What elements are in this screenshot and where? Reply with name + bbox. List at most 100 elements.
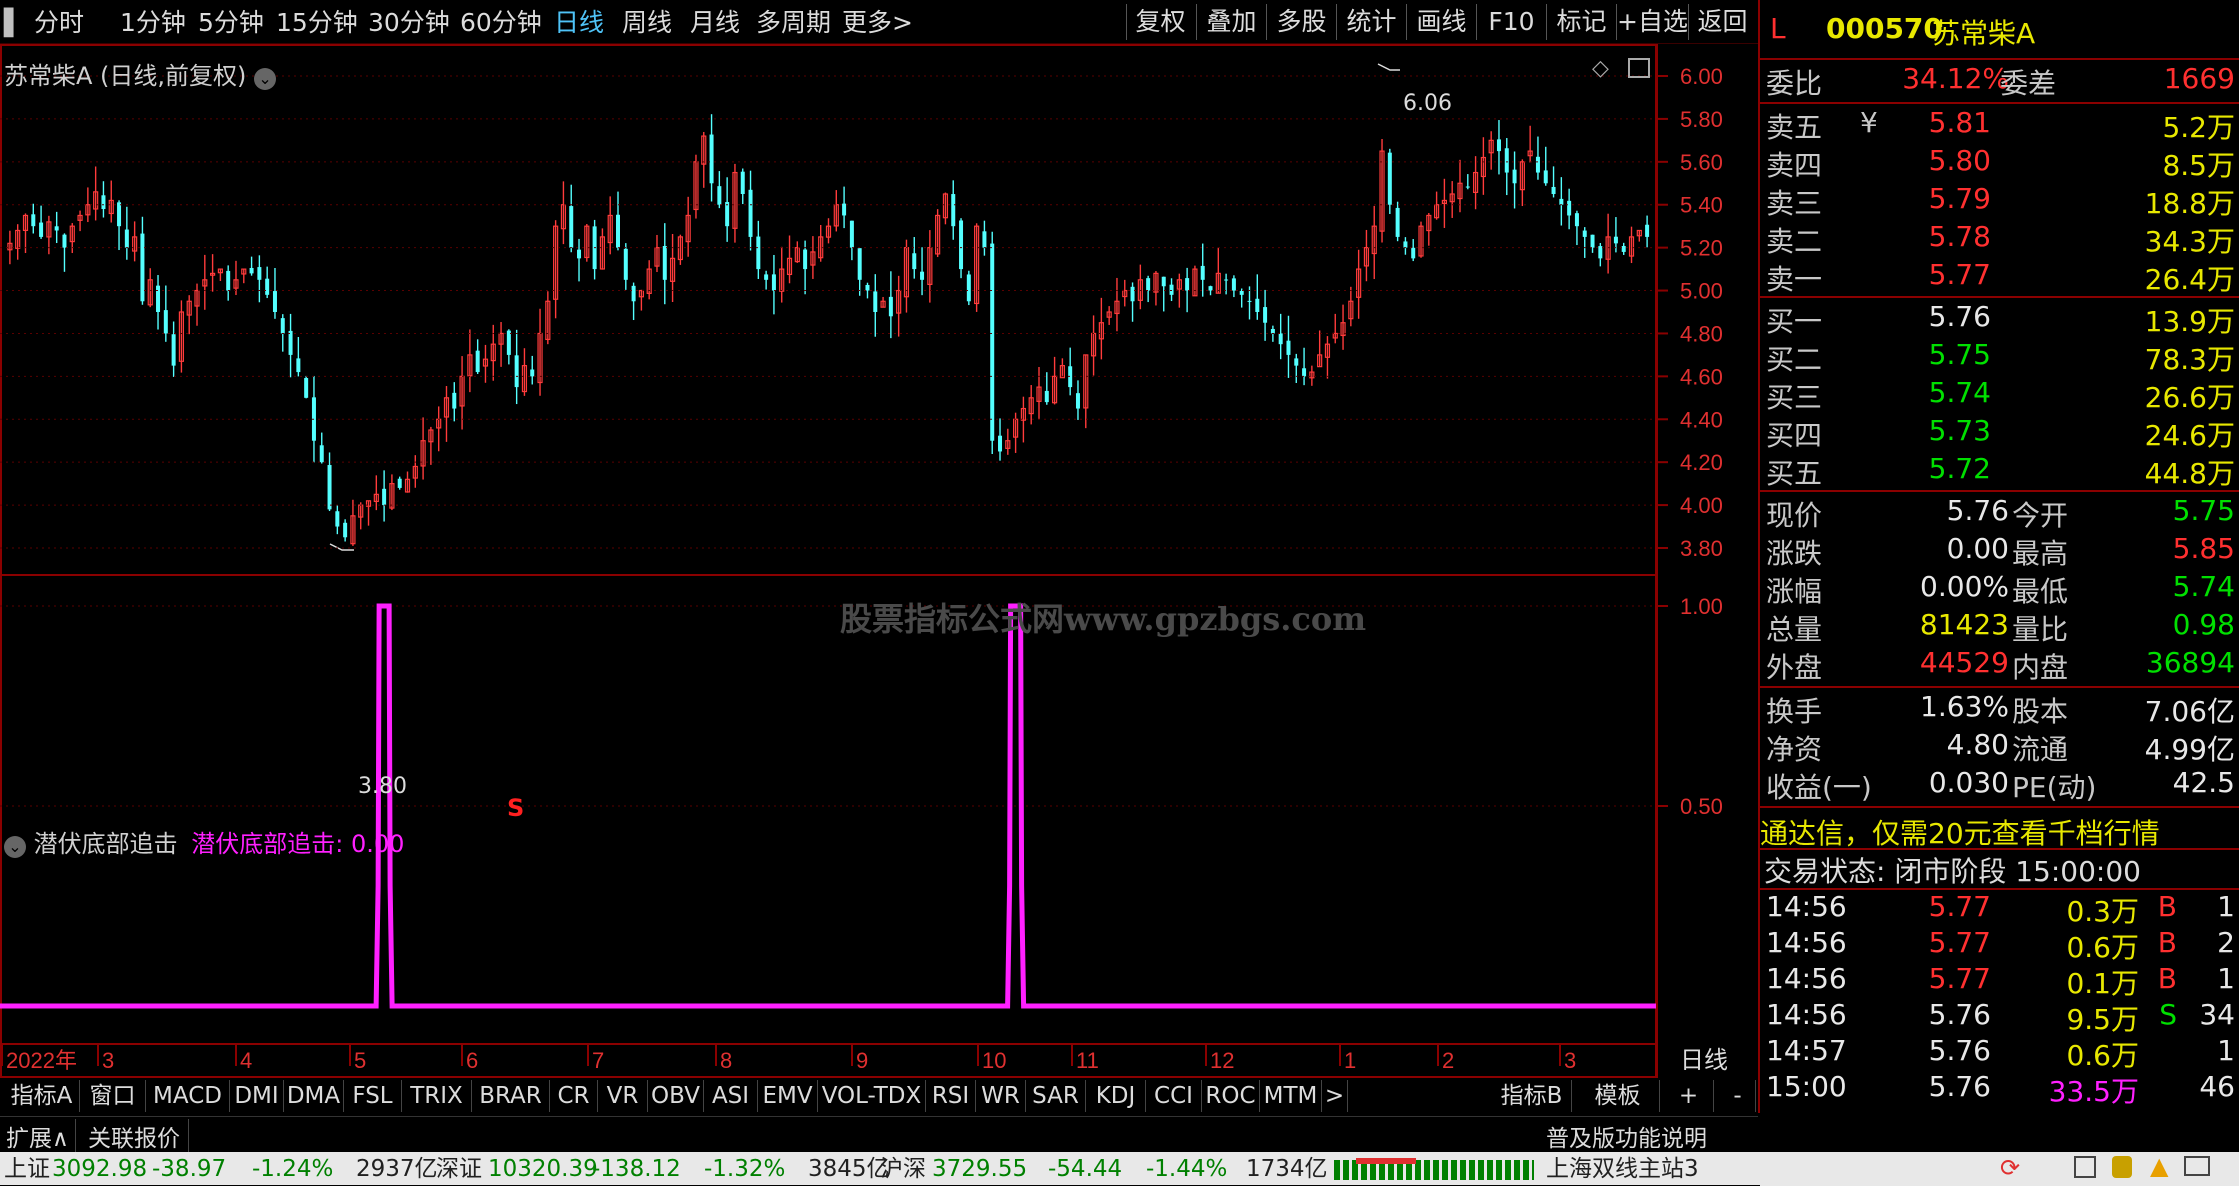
candle-body [1621,246,1626,252]
ask-price: 5.81 [1928,106,1991,139]
indicator-tab-21[interactable]: > [1322,1080,1348,1112]
draw-button[interactable]: 画线 [1406,4,1476,40]
indicator-tab-14[interactable]: RSI [926,1080,976,1112]
tick-side: B [2157,962,2177,995]
indicator-tab-10[interactable]: OBV [648,1080,704,1112]
stat-row: 涨跌 0.00 最高 5.85 [1760,532,2239,570]
tab-period-8[interactable]: 月线 [690,6,740,40]
help-button[interactable]: 普及版功能说明 [1546,1119,1707,1153]
panel-toggle-icon[interactable] [1628,58,1650,78]
tick-time: 14:56 [1766,962,1847,995]
candle-body [849,220,854,248]
calendar-icon[interactable] [2074,1156,2096,1178]
indicator-tab-18[interactable]: CCI [1146,1080,1202,1112]
tab-period-4[interactable]: 30分钟 [368,6,450,40]
indicator-right-tab-3[interactable]: - [1720,1080,1756,1112]
indicator-right-tab-0[interactable]: 指标B [1492,1080,1572,1112]
candle-body [709,134,714,184]
tab-period-9[interactable]: 多周期 [756,6,831,40]
indicator-right-tab-1[interactable]: 模板 [1576,1080,1660,1112]
tab-period-6[interactable]: 日线 [554,6,604,40]
tab-period-1[interactable]: 1分钟 [120,6,186,40]
expand-button[interactable]: 扩展∧ [6,1119,76,1153]
indicator-tab-20[interactable]: MTM [1260,1080,1322,1112]
fund-label: 收益(一) [1766,771,1872,804]
diamond-icon[interactable]: ◇ [1592,56,1609,81]
candle-body [1146,278,1151,291]
indicator-tab-4[interactable]: DMA [284,1080,344,1112]
watermark: 股票指标公式网www.gpzbgs.com [840,600,1366,638]
bid-label: 买五 [1766,457,1823,490]
lock-icon[interactable] [2112,1156,2132,1178]
candle-body [569,206,574,248]
candle-body [873,291,878,312]
candle-body [1075,393,1080,409]
candle-body [748,189,753,237]
promo-banner[interactable]: 通达信，仅需20元查看千档行情 [1760,812,2239,850]
chevron-down-icon[interactable]: ⌄ [254,68,277,90]
indicator-tab-8[interactable]: CR [550,1080,598,1112]
indicator-tab-13[interactable]: VOL-TDX [818,1080,926,1112]
indicator-tab-6[interactable]: TRIX [402,1080,472,1112]
tab-period-3[interactable]: 15分钟 [276,6,358,40]
indicator-tab-19[interactable]: ROC [1202,1080,1260,1112]
kline-chart[interactable]: 6.00 5.80 5.60 5.40 5.20 5.00 4.80 4.60 4.40 4.20… [0,44,1758,1080]
date-tick-4: 6 [466,1048,478,1073]
hs-index-value: 3729.55 [932,1156,1028,1182]
indicator-tab-11[interactable]: ASI [704,1080,758,1112]
indicator-tab-2[interactable]: MACD [146,1080,230,1112]
stats-button[interactable]: 统计 [1336,4,1406,40]
refresh-icon[interactable]: ⟳ [2000,1154,2020,1182]
fuquan-button[interactable]: 复权 [1126,4,1194,40]
candle-body [1161,276,1166,287]
f10-button[interactable]: F10 [1476,4,1546,40]
tab-period-2[interactable]: 5分钟 [198,6,264,40]
collapse-icon[interactable]: ▌ [4,6,23,40]
related-quote-button[interactable]: 关联报价 [88,1119,189,1153]
candle-body [1411,247,1416,259]
tab-period-7[interactable]: 周线 [622,6,672,40]
back-button[interactable]: 返回 [1688,4,1756,40]
tab-period-0[interactable]: 分时 [34,6,84,40]
indicator-tab-17[interactable]: KDJ [1086,1080,1146,1112]
candle-body [990,243,995,441]
stat-label: 涨跌 [1766,537,1823,570]
candle-body [764,274,769,280]
candle-body [1263,307,1268,323]
tick-side: B [2157,926,2177,959]
indicator-tab-0[interactable]: 指标A [4,1080,80,1112]
date-axis: 2022年 3 4 5 6 7 8 9 10 11 12 1 2 3 [1,1044,1576,1073]
ask-price: 5.79 [1928,182,1991,215]
indicator-tab-7[interactable]: BRAR [472,1080,550,1112]
bid-volume: 13.9万 [2144,305,2235,338]
indicator-tab-9[interactable]: VR [598,1080,648,1112]
indicator-tab-1[interactable]: 窗口 [80,1080,146,1112]
multi-stock-button[interactable]: 多股 [1266,4,1336,40]
monitor-icon[interactable] [2184,1156,2210,1176]
tick-count: 34 [2199,998,2235,1031]
indicator-right-tab-2[interactable]: + [1664,1080,1714,1112]
indicator-chevron-icon[interactable]: ⌄ [4,836,26,858]
tab-period-10[interactable]: 更多> [842,6,913,40]
mark-button[interactable]: 标记 [1546,4,1616,40]
indicator-tab-16[interactable]: SAR [1026,1080,1086,1112]
tab-period-5[interactable]: 60分钟 [460,6,542,40]
date-tick-3: 5 [354,1048,366,1073]
stat-label: 最低 [2012,575,2069,608]
price-tick-11: 3.80 [1680,536,1723,561]
tick-row: 15:00 5.76 33.5万 46 [1760,1070,2239,1108]
indicator-tab-15[interactable]: WR [976,1080,1026,1112]
bottom-row: 扩展∧ 关联报价 普及版功能说明 [0,1116,1758,1153]
overlay-button[interactable]: 叠加 [1196,4,1266,40]
ask-row: 卖四 5.80 8.5万 [1760,144,2239,182]
candle-body [226,270,231,291]
indicator-tab-3[interactable]: DMI [230,1080,284,1112]
tick-count: 2 [2217,926,2235,959]
indicator-tab-5[interactable]: FSL [344,1080,402,1112]
stat-value: 5.75 [2172,494,2235,527]
add-watchlist-button[interactable]: +自选 [1616,4,1688,40]
bid-price: 5.74 [1928,376,1991,409]
alert-icon[interactable]: ▲ [2150,1152,2168,1180]
indicator-tab-12[interactable]: EMV [758,1080,818,1112]
candle-body [288,330,293,355]
